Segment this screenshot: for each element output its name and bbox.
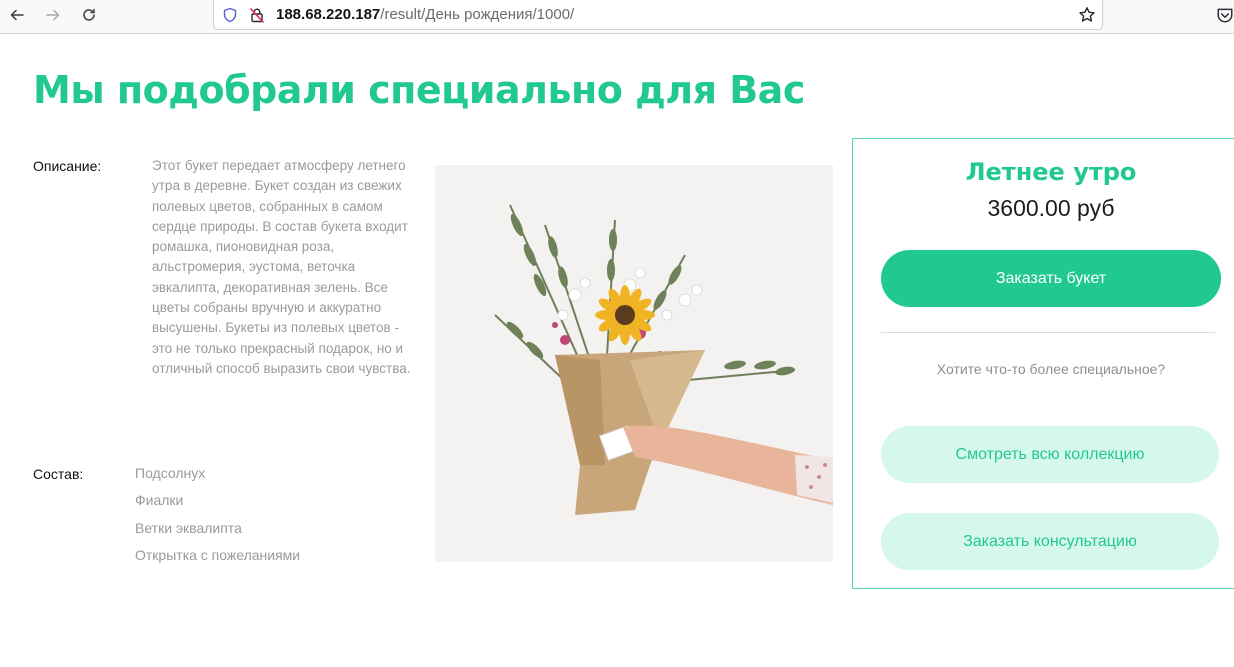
bouquet-illustration (435, 165, 833, 562)
page-title: Мы подобрали специально для Вас (33, 68, 805, 112)
bouquet-photo (435, 165, 833, 562)
order-bouquet-button[interactable]: Заказать букет (881, 250, 1221, 307)
product-card: Летнее утро 3600.00 руб Заказать букет Х… (852, 138, 1234, 589)
address-bar[interactable]: 188.68.220.187/result/День рождения/1000… (213, 0, 1103, 30)
reload-icon[interactable] (76, 4, 102, 26)
composition-item: Ветки эквалипта (135, 519, 242, 536)
composition-item: Открытка с пожеланиями (135, 546, 301, 563)
description-text: Этот букет передает атмосферу летнего ут… (152, 158, 411, 376)
back-icon[interactable] (4, 4, 30, 26)
composition-item: Фиалки (135, 492, 184, 509)
shield-icon[interactable] (221, 6, 239, 24)
url-path: /result/День рождения/1000/ (380, 6, 575, 23)
bookmark-star-icon[interactable] (1078, 6, 1096, 24)
insecure-lock-icon[interactable] (248, 6, 266, 24)
view-collection-button[interactable]: Смотреть всю коллекцию (881, 426, 1219, 483)
forward-icon[interactable] (40, 4, 66, 26)
bouquet-price: 3600.00 руб (987, 195, 1115, 221)
url-text: 188.68.220.187/result/День рождения/1000… (276, 6, 574, 24)
special-offer-text: Хотите что-то более специальное? (936, 361, 1166, 377)
composition-item: Подсолнух (135, 465, 206, 481)
bouquet-name: Летнее утро (965, 158, 1137, 186)
composition-list: Подсолнух Фиалки Ветки эквалипта Открытк… (135, 463, 300, 572)
browser-toolbar: 188.68.220.187/result/День рождения/1000… (0, 0, 1234, 34)
divider (881, 332, 1215, 333)
description-label: Описание: (33, 158, 102, 174)
url-host: 188.68.220.187 (276, 6, 381, 23)
order-consultation-button[interactable]: Заказать консультацию (881, 513, 1219, 570)
composition-label: Состав: (33, 466, 84, 482)
pocket-icon[interactable] (1216, 6, 1234, 24)
